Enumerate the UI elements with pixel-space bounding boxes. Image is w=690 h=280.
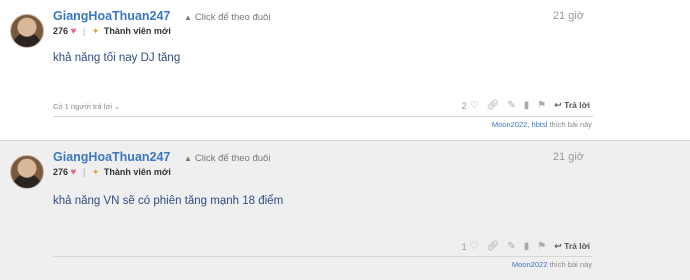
like-count: 2 [461,100,467,111]
heart-icon[interactable]: ♡ [470,241,479,252]
reply-arrow-icon: ↩ [554,241,562,251]
username[interactable]: GiangHoaThuan247 [53,9,170,23]
user-stats: 276 ♥ | ✦ Thành viên mới [53,26,171,37]
rank-badge-icon: ✦ [91,26,100,36]
post-2: GiangHoaThuan247 ▲ Click để theo đuôi 276… [0,140,690,280]
divider-bar: | [83,26,86,36]
post-divider [53,116,593,117]
edit-icon[interactable]: ✎ [507,100,515,111]
reply-label: Trả lời [564,100,590,110]
likers-names[interactable]: Moon2022 [512,260,547,269]
follow-label: Click để theo đuôi [194,153,271,164]
rank-label: Thành viên mới [103,167,171,177]
reply-button[interactable]: ↩ Trả lời [554,241,590,252]
post-divider [53,256,593,257]
follow-label: Click để theo đuôi [194,12,271,23]
heart-icon[interactable]: ♡ [470,100,479,111]
like-count: 1 [461,241,467,252]
points: 276 [53,167,69,177]
chevron-down-icon: ⌄ [114,102,121,111]
rank-label: Thành viên mới [103,26,171,36]
post-actions: 1 ♡ 🔗︎ ✎ ▮ ⚑ ↩ Trả lời [462,241,590,252]
reply-arrow-icon: ↩ [554,100,562,110]
replies-label: Có 1 người trả lời [53,102,113,111]
replies-toggle[interactable]: Có 1 người trả lời ⌄ [53,102,120,111]
flag-icon[interactable]: ⚑ [537,100,546,111]
reply-label: Trả lời [564,241,590,251]
avatar[interactable] [10,14,44,48]
post-1: GiangHoaThuan247 ▲ Click để theo đuôi 276… [0,0,690,140]
likers-suffix: thích bài này [549,260,592,269]
likers-line: Moon2022, hbtsl thích bài này [492,120,592,129]
username[interactable]: GiangHoaThuan247 [53,150,170,164]
user-stats: 276 ♥ | ✦ Thành viên mới [53,167,171,178]
likers-line: Moon2022 thích bài này [512,260,592,269]
follow-button[interactable]: ▲ Click để theo đuôi [184,12,270,23]
points: 276 [53,26,69,36]
likers-suffix: thích bài này [549,120,592,129]
follow-icon: ▲ [184,13,192,22]
heart-icon: ♥ [70,26,77,37]
post-content: khả năng VN sẽ có phiên tăng mạnh 18 điể… [53,195,284,207]
post-actions: 2 ♡ 🔗︎ ✎ ▮ ⚑ ↩ Trả lời [462,100,590,111]
link-icon[interactable]: 🔗︎ [487,100,500,111]
follow-icon: ▲ [184,154,192,163]
bookmark-icon[interactable]: ▮ [524,100,530,111]
post-content: khả năng tối nay DJ tăng [53,52,181,64]
follow-button[interactable]: ▲ Click để theo đuôi [184,153,270,164]
rank-badge-icon: ✦ [91,167,100,177]
post-time[interactable]: 21 giờ [553,151,584,163]
likers-names[interactable]: Moon2022, hbtsl [492,120,547,129]
link-icon[interactable]: 🔗︎ [487,241,500,252]
post-time[interactable]: 21 giờ [553,10,584,22]
divider-bar: | [83,167,86,177]
heart-icon: ♥ [70,167,77,178]
flag-icon[interactable]: ⚑ [537,241,546,252]
reply-button[interactable]: ↩ Trả lời [554,100,590,111]
avatar[interactable] [10,155,44,189]
edit-icon[interactable]: ✎ [507,241,515,252]
bookmark-icon[interactable]: ▮ [524,241,530,252]
